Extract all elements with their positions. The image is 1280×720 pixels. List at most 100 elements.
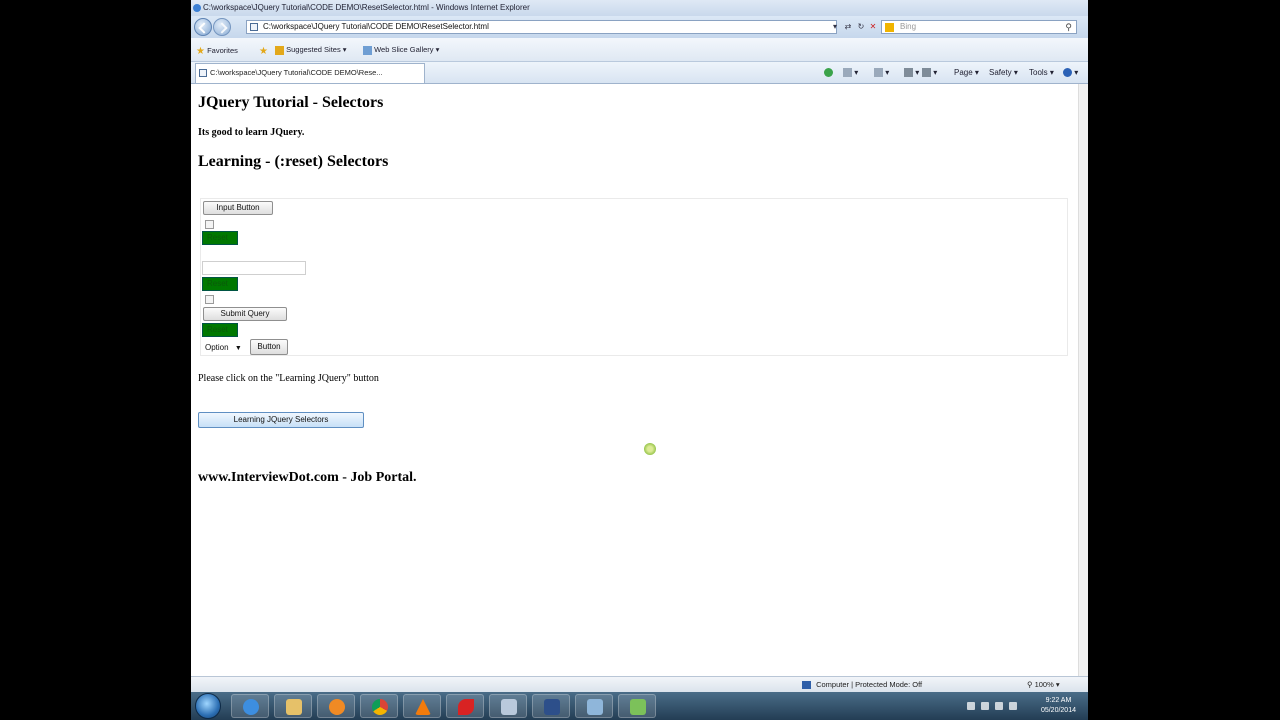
star-icon: ★	[196, 46, 205, 57]
security-zone[interactable]: Computer | Protected Mode: Off	[802, 677, 922, 692]
tab-title: C:\workspace\JQuery Tutorial\CODE DEMO\R…	[210, 68, 383, 77]
start-button[interactable]	[195, 693, 221, 719]
reset-button-2[interactable]: Reset	[202, 277, 238, 291]
system-tray: 9:22 AM 05/20/2014	[961, 692, 1088, 720]
submit-query-button[interactable]: Submit Query	[203, 307, 287, 321]
select-value: Option	[205, 343, 229, 352]
intro-text: Its good to learn JQuery.	[198, 127, 305, 138]
favorites-bar: ★ Favorites ★ Suggested Sites ▾ Web Slic…	[191, 38, 1088, 62]
chevron-down-icon: ▼	[234, 345, 242, 352]
web-slice-icon	[363, 45, 372, 55]
taskbar-app-blue[interactable]	[575, 694, 613, 718]
feeds-icon[interactable]: ▾	[843, 66, 858, 80]
taskbar-vlc[interactable]	[403, 694, 441, 718]
read-mail-icon[interactable]: ▾	[874, 66, 889, 80]
section-heading: Learning - (:reset) Selectors	[198, 153, 389, 170]
reset-button-3[interactable]: Reset	[202, 323, 238, 337]
text-input[interactable]	[202, 261, 306, 275]
zoom-icon: ⚲	[1027, 680, 1033, 689]
safety-menu[interactable]: Safety ▾	[989, 66, 1018, 80]
dropdown-arrow-icon[interactable]: ▾	[829, 20, 841, 34]
suggested-sites-icon	[275, 45, 284, 55]
web-slice-gallery-link[interactable]: Web Slice Gallery ▾	[363, 45, 439, 55]
zone-text: Computer | Protected Mode: Off	[816, 680, 923, 689]
navigation-bar: C:\workspace\JQuery Tutorial\CODE DEMO\R…	[191, 16, 1088, 38]
taskbar-ie[interactable]	[231, 694, 269, 718]
taskbar-save[interactable]	[532, 694, 570, 718]
taskbar-media[interactable]	[317, 694, 355, 718]
checkbox-2[interactable]	[205, 295, 214, 304]
taskbar: 9:22 AM 05/20/2014	[191, 692, 1088, 720]
footer-text: www.InterviewDot.com - Job Portal.	[198, 470, 417, 485]
zoom-level[interactable]: ⚲ 100% ▾	[1027, 677, 1060, 692]
tab-page-icon	[199, 69, 207, 77]
zoom-text: 100%	[1034, 680, 1054, 689]
refresh-icon[interactable]: ↻	[855, 20, 867, 34]
tab-current[interactable]: C:\workspace\JQuery Tutorial\CODE DEMO\R…	[195, 63, 425, 83]
favorites-label: Favorites	[207, 46, 238, 55]
ie-icon	[193, 4, 201, 12]
editor-icon	[630, 699, 646, 715]
page-title: JQuery Tutorial - Selectors	[198, 94, 384, 111]
flag-icon[interactable]	[981, 702, 989, 710]
clock[interactable]: 9:22 AM 05/20/2014	[1041, 696, 1076, 716]
compatibility-view-icon[interactable]: ⇄	[842, 20, 854, 34]
title-bar: C:\workspace\JQuery Tutorial\CODE DEMO\R…	[191, 0, 1088, 16]
vertical-scrollbar[interactable]	[1078, 84, 1088, 676]
app-icon	[458, 699, 474, 715]
app-icon	[587, 699, 603, 715]
plain-button[interactable]: Button	[250, 339, 288, 355]
page-icon	[250, 23, 258, 31]
option-select[interactable]: Option ▼	[205, 341, 242, 355]
taskbar-app-window[interactable]	[489, 694, 527, 718]
print-menu-icon[interactable]: ▾	[922, 66, 937, 80]
add-favorite-icon[interactable]: ★	[259, 45, 268, 57]
save-icon	[544, 699, 560, 715]
clock-date: 05/20/2014	[1040, 707, 1076, 714]
print-icon[interactable]: ▾	[904, 66, 919, 80]
bing-icon	[885, 23, 894, 32]
address-bar[interactable]: C:\workspace\JQuery Tutorial\CODE DEMO\R…	[246, 20, 837, 34]
browser-window: C:\workspace\JQuery Tutorial\CODE DEMO\R…	[191, 0, 1088, 720]
form-container: Input Button Reset Reset Submit Query Re…	[200, 198, 1068, 356]
address-text: C:\workspace\JQuery Tutorial\CODE DEMO\R…	[263, 22, 489, 31]
volume-icon[interactable]	[1009, 702, 1017, 710]
input-button[interactable]: Input Button	[203, 201, 273, 215]
help-icon[interactable]: ▾	[1063, 66, 1078, 80]
home-icon[interactable]	[824, 66, 833, 80]
instruction-text: Please click on the "Learning JQuery" bu…	[198, 373, 379, 384]
forward-button[interactable]	[213, 18, 231, 36]
ie-icon	[243, 699, 259, 715]
search-placeholder: Bing	[900, 22, 917, 31]
chevron-down-icon: ▾	[1055, 680, 1060, 689]
media-player-icon	[329, 699, 345, 715]
clock-time: 9:22 AM	[1045, 697, 1072, 704]
suggested-sites-label: Suggested Sites ▾	[286, 45, 347, 54]
back-button[interactable]	[194, 18, 212, 36]
chevron-up-icon[interactable]	[967, 702, 975, 710]
learning-jquery-button[interactable]: Learning JQuery Selectors	[198, 412, 364, 428]
reset-button-1[interactable]: Reset	[202, 231, 238, 245]
tab-row: C:\workspace\JQuery Tutorial\CODE DEMO\R…	[191, 62, 1088, 84]
computer-icon	[802, 681, 811, 690]
taskbar-app-red[interactable]	[446, 694, 484, 718]
busy-cursor-icon	[644, 443, 656, 455]
favorites-button[interactable]: ★ Favorites	[196, 45, 238, 57]
taskbar-explorer[interactable]	[274, 694, 312, 718]
suggested-sites-link[interactable]: Suggested Sites ▾	[275, 45, 347, 55]
window-icon	[501, 699, 517, 715]
checkbox-1[interactable]	[205, 220, 214, 229]
search-input[interactable]: Bing ⚲	[881, 20, 1077, 34]
status-bar: Computer | Protected Mode: Off ⚲ 100% ▾	[191, 676, 1088, 692]
page-menu[interactable]: Page ▾	[954, 66, 979, 80]
taskbar-chrome[interactable]	[360, 694, 398, 718]
chrome-icon	[372, 699, 388, 715]
folder-icon	[286, 699, 302, 715]
stop-icon[interactable]: ✕	[867, 20, 879, 34]
taskbar-notepad[interactable]	[618, 694, 656, 718]
tools-menu[interactable]: Tools ▾	[1029, 66, 1054, 80]
search-icon[interactable]: ⚲	[1065, 21, 1072, 33]
web-slice-label: Web Slice Gallery ▾	[374, 45, 440, 54]
vlc-icon	[415, 699, 431, 715]
network-icon[interactable]	[995, 702, 1003, 710]
